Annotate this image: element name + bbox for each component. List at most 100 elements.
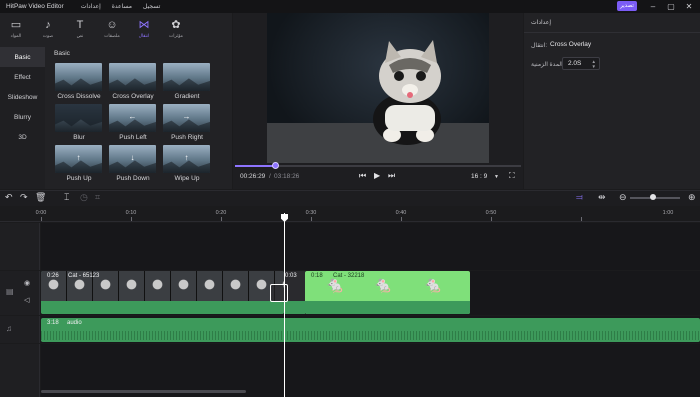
minimize-icon[interactable]: –	[645, 0, 661, 13]
clip-duration: 0:26	[47, 273, 59, 279]
export-button[interactable]: تصدير	[617, 1, 637, 11]
timeline-toolbar	[0, 190, 700, 206]
tab-media[interactable]: ▭ المواد	[0, 13, 32, 45]
video-canvas[interactable]	[267, 13, 489, 163]
zoom-in-icon[interactable]: ⊕	[688, 192, 696, 203]
transition-marker[interactable]	[270, 284, 288, 302]
menu-register[interactable]: تسجيل	[143, 3, 160, 10]
playhead-line[interactable]	[284, 213, 285, 397]
sticker-icon: ☺	[106, 19, 118, 31]
mouse-frame-icon: 🐁	[325, 277, 345, 294]
arrow-up-icon: ↑	[76, 153, 81, 162]
transition-heading: Basic	[54, 50, 70, 57]
time-ruler[interactable]: 0:00 0:10 0:20 0:30 0:40 0:50 1:00	[0, 207, 700, 222]
menu-bar: إعدادات مساعدة تسجيل	[81, 3, 161, 10]
transition-label: Push Left	[119, 134, 147, 141]
preview-progress-fill	[235, 165, 276, 167]
tab-stickers[interactable]: ☺ ملصقات	[96, 13, 128, 45]
transition-thumb-push-down[interactable]: ↓	[109, 145, 156, 173]
category-effect[interactable]: Effect	[0, 67, 45, 87]
ruler-tick	[491, 217, 492, 221]
chevron-down-icon[interactable]: ▼	[494, 174, 499, 180]
asset-toolbar: ▭ المواد ♪ صوت T نص ☺ ملصقات ⋈ انتقال ✿ مؤثرات	[0, 13, 232, 45]
mouse-frame-icon: 🐁	[373, 277, 393, 294]
transition-thumb-wipe-up[interactable]: ↑	[163, 145, 210, 173]
zoom-out-icon[interactable]: ⊖	[619, 192, 627, 203]
transition-thumb-cross-dissolve[interactable]	[55, 63, 102, 91]
transition-label: Push Down	[116, 175, 150, 182]
transition-field-label: انتقال:	[531, 43, 548, 49]
video-clip-cat-32218[interactable]: 0:18 Cat - 32218 🐁 🐁 🐁	[305, 271, 470, 314]
category-slideshow[interactable]: Slideshow	[0, 87, 45, 107]
snap-icon[interactable]: ⫤	[576, 192, 583, 203]
delete-icon[interactable]: 🗑	[35, 192, 46, 203]
transition-label: Push Up	[66, 175, 92, 182]
ruler-label: 1:00	[662, 210, 674, 216]
arrow-right-icon: →	[182, 112, 191, 121]
crop-icon[interactable]: ⌗	[95, 192, 100, 203]
music-icon: ♪	[45, 19, 51, 31]
transition-grid: Basic Cross Dissolve Cross Overlay Gradi…	[48, 47, 232, 189]
clip-audio-strip	[41, 301, 284, 314]
speaker-icon[interactable]: ◁	[24, 296, 29, 304]
clip-duration: 0:18	[311, 273, 323, 279]
fullscreen-icon[interactable]: ⛶	[509, 171, 515, 181]
app-title: HitPaw Video Editor	[6, 3, 64, 10]
stepper-icon[interactable]: ▲ ▼	[592, 59, 596, 69]
prev-frame-icon[interactable]: ⏮	[359, 171, 366, 181]
empty-track[interactable]	[41, 223, 700, 270]
preview-progress-handle[interactable]	[272, 162, 280, 169]
duration-input[interactable]: 2.0S ▲ ▼	[562, 57, 600, 70]
ruler-label: 0:00	[35, 210, 47, 216]
redo-icon[interactable]: ↷	[20, 192, 28, 203]
film-icon: ▤	[6, 287, 14, 296]
category-blurry[interactable]: Blurry	[0, 107, 45, 127]
tab-transitions[interactable]: ⋈ انتقال	[128, 13, 160, 45]
duration-field-label: المدة الزمنية	[531, 62, 563, 68]
clip-audio-strip	[284, 301, 305, 314]
category-basic[interactable]: Basic	[0, 47, 45, 67]
next-frame-icon[interactable]: ⏭	[388, 171, 395, 181]
clip-audio-strip	[305, 301, 470, 314]
eye-icon[interactable]: ◉	[24, 279, 30, 287]
aspect-ratio-select[interactable]: 16 : 9	[471, 173, 487, 180]
ruler-tick	[131, 217, 132, 221]
tab-audio[interactable]: ♪ صوت	[32, 13, 64, 45]
menu-settings[interactable]: إعدادات	[81, 3, 101, 10]
transition-thumb-push-left[interactable]: ←	[109, 104, 156, 132]
media-panel: ▭ المواد ♪ صوت T نص ☺ ملصقات ⋈ انتقال ✿ مؤثرات…	[0, 13, 232, 189]
tab-text[interactable]: T نص	[64, 13, 96, 45]
timeline-scrollbar[interactable]	[41, 390, 246, 393]
category-list: Basic Effect Slideshow Blurry 3D	[0, 47, 45, 189]
play-icon[interactable]: ▶	[374, 171, 380, 180]
close-icon[interactable]: ✕	[681, 0, 697, 13]
transition-thumb-gradient[interactable]	[163, 63, 210, 91]
ruler-label: 0:40	[395, 210, 407, 216]
video-track-header: ▤ ◉ ◁	[0, 271, 40, 315]
audio-clip[interactable]: 3:18 audio	[41, 318, 700, 342]
mouse-frame-icon: 🐁	[423, 277, 443, 294]
properties-panel: إعدادات انتقال: Cross Overlay المدة الزم…	[524, 13, 700, 189]
ruler-tick	[41, 217, 42, 221]
transition-thumb-push-right[interactable]: →	[163, 104, 210, 132]
transition-icon: ⋈	[138, 19, 150, 31]
media-icon: ▭	[10, 19, 22, 31]
duration-value: 2.0S	[568, 60, 582, 67]
split-icon[interactable]: ⌶	[64, 192, 69, 203]
properties-divider	[524, 32, 700, 33]
transition-thumb-push-up[interactable]: ↑	[55, 145, 102, 173]
ruler-label: 0:30	[305, 210, 317, 216]
tab-effects[interactable]: ✿ مؤثرات	[160, 13, 192, 45]
undo-icon[interactable]: ↶	[5, 192, 13, 203]
preview-progress-track[interactable]	[235, 162, 521, 169]
transition-thumb-blur[interactable]	[55, 104, 102, 132]
category-3d[interactable]: 3D	[0, 127, 45, 147]
video-clip-cat-65123[interactable]: 0:26 Cat - 65123	[41, 271, 284, 314]
speed-icon[interactable]: ◷	[80, 192, 88, 203]
maximize-icon[interactable]: ▢	[663, 0, 679, 13]
fit-icon[interactable]: ⇹	[598, 192, 606, 203]
zoom-slider-handle[interactable]	[650, 194, 656, 200]
ruler-label: 0:20	[215, 210, 227, 216]
transition-thumb-cross-overlay[interactable]	[109, 63, 156, 91]
menu-help[interactable]: مساعدة	[112, 3, 132, 10]
